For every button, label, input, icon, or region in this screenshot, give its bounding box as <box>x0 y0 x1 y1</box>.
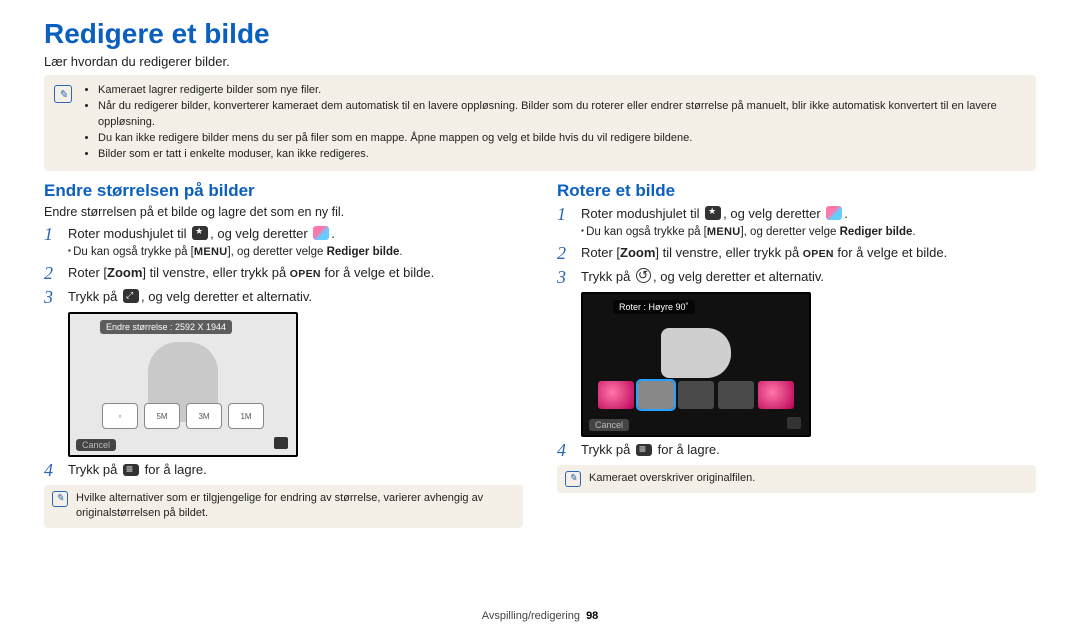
note-icon: ✎ <box>565 471 581 487</box>
save-icon[interactable] <box>274 437 288 449</box>
note-item: Når du redigerer bilder, konverterer kam… <box>98 99 1026 131</box>
cancel-button[interactable]: Cancel <box>76 439 116 451</box>
note-item: Kameraet lagrer redigerte bilder som nye… <box>98 83 1026 99</box>
thumb[interactable] <box>758 381 794 409</box>
resize-screenshot: Endre størrelse : 2592 X 1944 ▫ 5M 3M 1M… <box>68 312 298 457</box>
thumb[interactable] <box>598 381 634 409</box>
rotate-screenshot: Roter : Høyre 90˚ Cancel <box>581 292 811 437</box>
rotate-icon <box>636 268 651 283</box>
step-number: 3 <box>557 268 573 288</box>
top-notes: ✎ Kameraet lagrer redigerte bilder som n… <box>44 75 1036 171</box>
resize-section: Endre størrelsen på bilder Endre størrel… <box>44 181 523 528</box>
step-1-sub: Du kan også trykke på [MENU], og derette… <box>557 226 1036 238</box>
rotate-note: ✎ Kameraet overskriver originalfilen. <box>557 465 1036 493</box>
mode-dial-icon <box>192 226 208 240</box>
size-options: ▫ 5M 3M 1M <box>70 403 296 429</box>
size-option[interactable]: 3M <box>186 403 222 429</box>
resize-desc: Endre størrelsen på et bilde og lagre de… <box>44 205 523 219</box>
note-list: Kameraet lagrer redigerte bilder som nye… <box>82 83 1026 163</box>
size-option[interactable]: 1M <box>228 403 264 429</box>
thumb[interactable] <box>718 381 754 409</box>
size-option[interactable]: ▫ <box>102 403 138 429</box>
page-footer: Avspilling/redigering 98 <box>0 610 1080 622</box>
step-1-sub: Du kan også trykke på [MENU], og derette… <box>44 246 523 258</box>
menu-icon <box>123 464 139 476</box>
step-1: Roter modushjulet til , og velg deretter… <box>581 205 848 224</box>
step-2: Roter [Zoom] til venstre, eller trykk på… <box>581 244 947 263</box>
rotate-section: Rotere et bilde 1 Roter modushjulet til … <box>557 181 1036 528</box>
step-number: 4 <box>557 441 573 461</box>
lead-text: Lær hvordan du redigerer bilder. <box>44 54 1036 69</box>
screenshot-label: Endre størrelse : 2592 X 1944 <box>100 320 232 334</box>
step-number: 1 <box>44 225 60 245</box>
thumb[interactable] <box>678 381 714 409</box>
step-1: Roter modushjulet til , og velg deretter… <box>68 225 335 244</box>
page-title: Redigere et bilde <box>44 18 1036 50</box>
note-icon: ✎ <box>54 85 72 103</box>
note-item: Du kan ikke redigere bilder mens du ser … <box>98 131 1026 147</box>
step-number: 2 <box>557 244 573 264</box>
menu-icon <box>636 444 652 456</box>
note-text: Kameraet overskriver originalfilen. <box>589 471 755 487</box>
silhouette-graphic <box>661 328 731 378</box>
step-number: 1 <box>557 205 573 225</box>
screenshot-label: Roter : Høyre 90˚ <box>613 300 695 314</box>
step-4: Trykk på for å lagre. <box>581 441 720 460</box>
step-number: 3 <box>44 288 60 308</box>
note-text: Hvilke alternativer som er tilgjengelige… <box>76 491 515 522</box>
cancel-button[interactable]: Cancel <box>589 419 629 431</box>
step-3: Trykk på , og velg deretter et alternati… <box>68 288 312 307</box>
mode-dial-icon <box>705 206 721 220</box>
note-icon: ✎ <box>52 491 68 507</box>
thumb-selected[interactable] <box>638 381 674 409</box>
step-2: Roter [Zoom] til venstre, eller trykk på… <box>68 264 434 283</box>
step-3: Trykk på , og velg deretter et alternati… <box>581 268 824 287</box>
resize-icon <box>123 289 139 303</box>
image-thumb-icon <box>313 226 329 240</box>
step-number: 4 <box>44 461 60 481</box>
note-item: Bilder som er tatt i enkelte moduser, ka… <box>98 147 1026 163</box>
size-option[interactable]: 5M <box>144 403 180 429</box>
image-thumb-icon <box>826 206 842 220</box>
resize-heading: Endre størrelsen på bilder <box>44 181 523 201</box>
step-4: Trykk på for å lagre. <box>68 461 207 480</box>
step-number: 2 <box>44 264 60 284</box>
rotate-heading: Rotere et bilde <box>557 181 1036 201</box>
rotate-options <box>583 381 809 409</box>
resize-note: ✎ Hvilke alternativer som er tilgjengeli… <box>44 485 523 528</box>
save-icon[interactable] <box>787 417 801 429</box>
